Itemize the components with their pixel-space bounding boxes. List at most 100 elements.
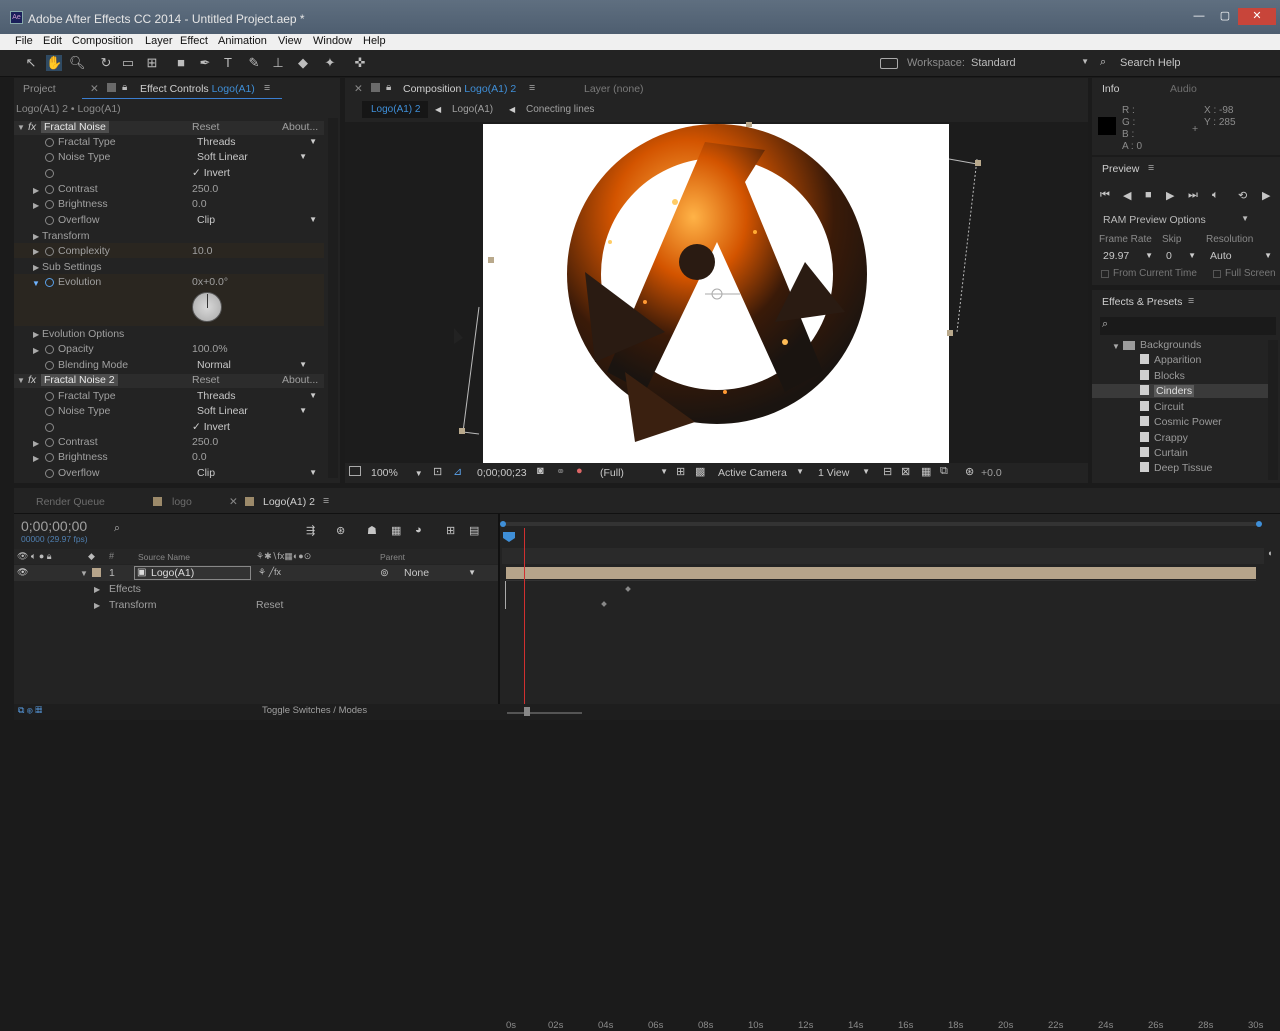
preset-item[interactable]: Curtain [1140,447,1188,459]
graph-editor-icon[interactable]: ▤ [469,524,479,537]
full-screen-checkbox[interactable] [1213,270,1221,278]
first-frame-icon[interactable]: ⏮ [1100,189,1110,202]
effect-name-fractal-noise-2[interactable]: Fractal Noise 2 [41,374,118,386]
snapshot-icon[interactable]: ◙ [537,465,544,477]
lock-icon[interactable] [107,83,116,92]
shy-layers-icon[interactable]: ☗ [367,524,377,537]
magnification-dropdown[interactable]: 100% ▼ [371,467,423,479]
stopwatch-icon[interactable] [45,185,54,194]
fast-previews-icon[interactable]: ⊠ [901,465,910,478]
stopwatch-icon[interactable] [45,247,54,256]
zoom-slider-thumb[interactable] [524,707,530,716]
tab-composition[interactable]: Composition Logo(A1) 2 [403,83,516,103]
stopwatch-icon[interactable] [45,423,54,432]
timeline-icon[interactable]: ▦ [921,465,931,478]
panel-menu-icon[interactable]: ≡ [264,82,270,102]
last-frame-icon[interactable]: ⏭ [1188,189,1198,202]
effects-search-input[interactable]: ⌕ [1100,317,1276,335]
stopwatch-icon[interactable] [45,453,54,462]
puppet-pin-tool-icon[interactable]: ✜ [352,55,368,71]
timeline-search-icon[interactable]: ⌕ [114,522,120,535]
view-layout-dropdown[interactable]: 1 View ▼ [818,467,870,479]
menu-composition[interactable]: Composition [72,35,133,47]
preset-item[interactable]: Circuit [1140,401,1184,413]
collapse-triangle[interactable]: ▼ [17,376,25,385]
audio-icon[interactable]: 🔈︎ [1212,189,1219,202]
contrast-value[interactable]: 250.0 [192,436,218,448]
stopwatch-icon[interactable] [45,361,54,370]
menu-window[interactable]: Window [313,35,352,47]
work-area-end-handle[interactable] [1256,521,1262,527]
expand-triangle[interactable]: ▶ [33,263,39,272]
frame-rate-dropdown[interactable]: 29.97 [1103,250,1153,263]
menu-layer[interactable]: Layer [145,35,173,47]
eraser-tool-icon[interactable]: ◆ [295,55,311,71]
menu-file[interactable]: File [15,35,33,47]
expand-triangle[interactable]: ▶ [33,346,39,355]
grid-icon[interactable]: ⊡ [433,465,442,478]
camera-tool-icon[interactable]: ▭ [120,55,136,71]
menu-animation[interactable]: Animation [218,35,267,47]
search-help-field[interactable]: Search Help [1120,57,1181,69]
layer-name-field[interactable]: ▣ Logo(A1) [134,566,251,580]
exposure-value[interactable]: +0.0 [981,467,1002,479]
skip-dropdown[interactable]: 0 [1166,250,1196,263]
expand-triangle[interactable]: ▶ [94,601,100,610]
camera-dropdown[interactable]: Active Camera ▼ [718,467,804,479]
pen-tool-icon[interactable]: ✒ [197,55,213,71]
effect-reset-link[interactable]: Reset [192,121,219,133]
draft-3d-icon[interactable]: ⊛ [336,524,345,537]
stop-icon[interactable]: ■ [1145,189,1152,201]
stopwatch-icon[interactable] [45,200,54,209]
region-of-interest-icon[interactable]: ⊞ [676,465,685,478]
stopwatch-icon[interactable] [45,407,54,416]
expand-triangle[interactable]: ▶ [33,186,39,195]
play-icon[interactable]: ▶︎ [1166,189,1174,202]
opacity-value[interactable]: 100.0% [192,343,228,355]
timeline-timecode[interactable]: 0;00;00;00 [21,518,87,534]
clone-stamp-tool-icon[interactable]: ⊥ [270,55,286,71]
maximize-button[interactable]: ▢ [1212,8,1238,25]
zoom-slider[interactable] [507,712,582,714]
evolution-dial[interactable] [192,292,222,322]
tab-project[interactable]: Project [23,83,56,103]
stopwatch-icon[interactable] [45,153,54,162]
playhead-handle[interactable] [503,532,515,542]
stopwatch-icon[interactable] [45,438,54,447]
invert-checkbox[interactable]: ✓ Invert [192,167,230,179]
frame-blending-icon[interactable]: ▦ [391,524,401,537]
expand-triangle[interactable]: ▶ [33,454,39,463]
stopwatch-icon[interactable] [45,138,54,147]
fx-icon[interactable]: fx [28,374,36,386]
expand-triangle[interactable]: ▶ [33,439,39,448]
parent-dropdown[interactable]: None [404,567,476,580]
timeline-footer-icons[interactable]: ⧉ ⊛ ▦ [18,705,42,716]
brightness-value[interactable]: 0.0 [192,198,207,210]
effects-group[interactable]: Effects [109,583,141,595]
previous-frame-icon[interactable]: ◀︎ [1123,189,1131,202]
effect-about-link[interactable]: About... [282,374,318,386]
preset-item[interactable]: Apparition [1140,354,1201,366]
noise-type-dropdown[interactable]: Soft Linear [197,151,307,164]
preset-item[interactable]: Deep Tissue [1140,462,1212,474]
evolution-value[interactable]: 0x+0.0° [192,276,228,288]
expand-triangle[interactable]: ▶ [33,247,39,256]
work-area-start-handle[interactable] [500,521,506,527]
parent-pick-whip-icon[interactable]: ⊚ [380,567,389,579]
scrollbar[interactable] [1268,340,1278,480]
comp-button-icon[interactable]: ◖ [1267,548,1277,558]
panel-menu-icon[interactable]: ≡ [323,495,329,515]
brightness-value[interactable]: 0.0 [192,451,207,463]
expand-triangle[interactable]: ▶ [33,232,39,241]
layer-visibility-icon[interactable]: 👁︎ [17,567,28,578]
preset-folder-backgrounds[interactable]: Backgrounds [1140,339,1201,351]
tab-info[interactable]: Info [1102,83,1120,103]
roto-brush-tool-icon[interactable]: ✦ [322,55,338,71]
hand-tool-icon[interactable]: ✋ [46,55,62,71]
stopwatch-icon[interactable] [45,469,54,478]
expand-triangle[interactable]: ▶ [94,585,100,594]
show-snapshot-icon[interactable]: ⚭ [556,465,565,478]
preset-item-selected[interactable]: Cinders [1140,385,1195,397]
invert-checkbox[interactable]: ✓ Invert [192,421,230,433]
collapse-triangle[interactable]: ▼ [17,123,25,132]
